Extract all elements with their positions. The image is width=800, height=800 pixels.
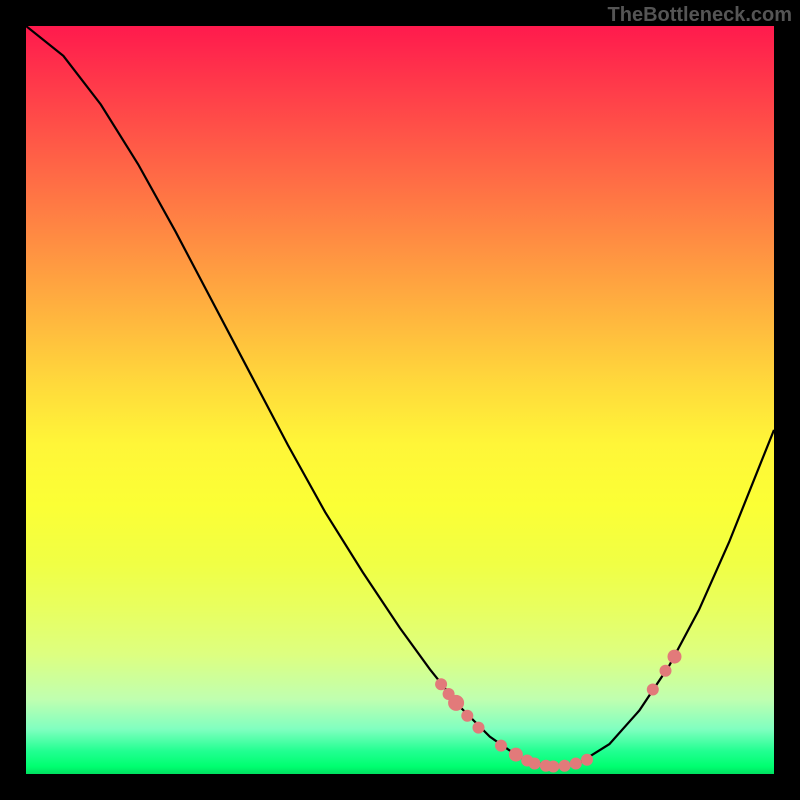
data-dot xyxy=(495,740,507,752)
data-dot xyxy=(660,665,672,677)
data-dot xyxy=(461,710,473,722)
data-dots xyxy=(435,650,681,773)
data-dot xyxy=(581,754,593,766)
data-dot xyxy=(529,758,541,770)
data-dot xyxy=(570,758,582,770)
chart-svg xyxy=(26,26,774,774)
data-dot xyxy=(547,761,559,773)
data-dot xyxy=(647,684,659,696)
data-dot xyxy=(509,748,523,762)
bottleneck-curve xyxy=(26,26,774,767)
data-dot xyxy=(668,650,682,664)
data-dot xyxy=(448,695,464,711)
data-dot xyxy=(559,760,571,772)
attribution-label: TheBottleneck.com xyxy=(608,4,792,27)
data-dot xyxy=(435,678,447,690)
data-dot xyxy=(473,722,485,734)
